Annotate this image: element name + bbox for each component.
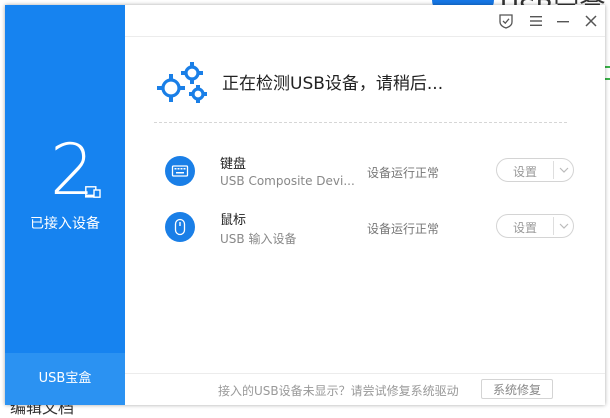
dashed-divider [154, 122, 567, 123]
device-name: 鼠标 [220, 213, 247, 228]
mouse-settings-button[interactable]: 设置 [496, 214, 574, 238]
gears-icon [157, 62, 207, 103]
titlebar-divider [125, 36, 605, 37]
settings-button-label: 设置 [512, 165, 537, 179]
footer-hint: 接入的USB设备未显示？请尝试修复系统驱动 [218, 384, 459, 398]
settings-button-separator [553, 161, 554, 179]
device-status: 设备运行正常 [367, 222, 440, 236]
device-row-keyboard: 键盘 USB Composite Devi... 设备运行正常 设置 [165, 153, 585, 203]
footer-divider [125, 373, 605, 374]
mouse-icon [165, 212, 195, 242]
sidebar: 2 已接入设备 USB宝盒 [5, 5, 125, 405]
settings-button-separator [553, 217, 554, 235]
usb-box-window: 2 已接入设备 USB宝盒 正在检测USB设备，请稍后... 键盘 USB Co… [5, 5, 605, 405]
device-description: USB Composite Devi... [220, 174, 355, 188]
device-description: USB 输入设备 [220, 232, 297, 246]
chevron-down-icon[interactable] [559, 223, 569, 229]
shield-icon[interactable] [498, 13, 514, 29]
chevron-down-icon[interactable] [559, 167, 569, 173]
system-repair-button[interactable]: 系统修复 [481, 379, 553, 399]
sidebar-footer-brand: USB宝盒 [5, 353, 125, 405]
keyboard-icon [165, 156, 195, 186]
close-icon[interactable] [583, 13, 599, 29]
device-mini-icon [85, 186, 101, 198]
menu-icon[interactable] [528, 13, 544, 29]
minimize-icon[interactable] [555, 13, 571, 29]
device-status: 设备运行正常 [367, 166, 440, 180]
settings-button-label: 设置 [512, 221, 537, 235]
device-row-mouse: 鼠标 USB 输入设备 设备运行正常 设置 [165, 209, 585, 259]
sidebar-connected-label: 已接入设备 [30, 216, 100, 232]
detection-heading: 正在检测USB设备，请稍后... [222, 74, 444, 94]
keyboard-settings-button[interactable]: 设置 [496, 158, 574, 182]
main-panel: 正在检测USB设备，请稍后... 键盘 USB Composite Devi..… [125, 5, 605, 405]
device-name: 键盘 [220, 157, 247, 172]
